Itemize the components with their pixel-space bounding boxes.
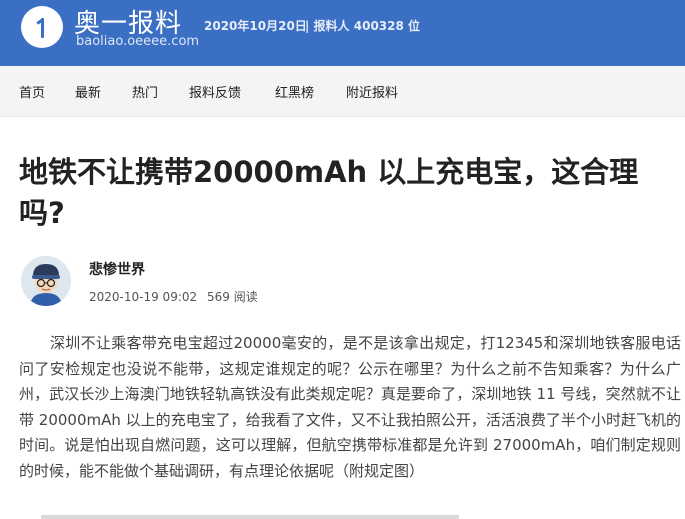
- nav-item-home[interactable]: 首页: [19, 82, 45, 101]
- article-title: 地铁不让携带20000mAh 以上充电宝，这合理吗?: [19, 155, 639, 230]
- article-meta: 2020-10-19 09:02 569 阅读: [89, 288, 264, 305]
- article-image[interactable]: [41, 515, 459, 519]
- brand-url: baoliao.oeeee.com: [76, 34, 200, 49]
- site-header: 奥一报料 baoliao.oeeee.com 2020年10月20日 | 报料人…: [0, 0, 685, 66]
- nav-item-feedback[interactable]: 报料反馈: [189, 82, 241, 101]
- nav-item-nearby[interactable]: 附近报料: [346, 82, 398, 101]
- nav-item-ranking[interactable]: 红黑榜: [275, 82, 314, 101]
- publish-datetime: 2020-10-19 09:02: [89, 290, 198, 304]
- main-nav: 首页 最新 热门 报料反馈 红黑榜 附近报料: [0, 66, 685, 117]
- header-date: 2020年10月20日: [204, 19, 307, 33]
- nav-item-latest[interactable]: 最新: [75, 82, 101, 101]
- avatar-icon: [21, 256, 71, 306]
- reporter-count: | 报料人 400328 位: [305, 19, 421, 33]
- avatar[interactable]: [21, 256, 71, 306]
- author-name[interactable]: 悲惨世界: [89, 259, 145, 279]
- read-count: 569 阅读: [206, 290, 258, 304]
- nav-item-hot[interactable]: 热门: [132, 82, 158, 101]
- article-body: 深圳不让乘客带充电宝超过20000毫安的，是不是该拿出规定，打12345和深圳地…: [19, 334, 681, 480]
- logo-icon[interactable]: [21, 6, 63, 48]
